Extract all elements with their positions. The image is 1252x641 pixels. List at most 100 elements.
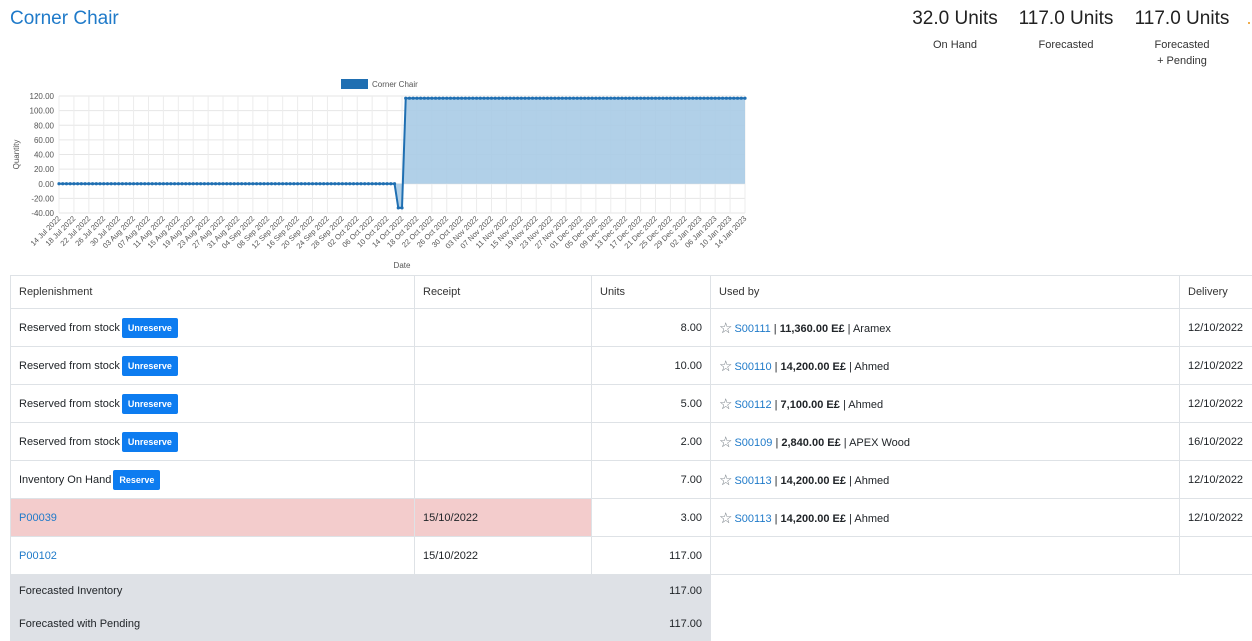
data-point [591, 97, 594, 100]
data-point [654, 97, 657, 100]
data-point [262, 182, 265, 185]
unreserve-button[interactable]: Unreserve [122, 318, 178, 338]
cell-replenishment: P00039 [11, 499, 415, 537]
data-point [143, 182, 146, 185]
replenishment-link[interactable]: P00039 [19, 512, 57, 524]
data-point [725, 97, 728, 100]
data-point [479, 97, 482, 100]
data-point [255, 182, 258, 185]
table-row: Reserved from stockUnreserve2.00☆S00109 … [11, 423, 1252, 461]
star-icon[interactable]: ☆ [719, 320, 732, 337]
data-point [441, 97, 444, 100]
data-point [244, 182, 247, 185]
data-point [471, 97, 474, 100]
y-tick-label: -40.00 [31, 209, 54, 218]
forecast-chart: 120.00100.0080.0060.0040.0020.000.00-20.… [0, 72, 760, 274]
unreserve-button[interactable]: Unreserve [122, 432, 178, 452]
data-point [65, 182, 68, 185]
data-point [344, 182, 347, 185]
star-icon[interactable]: ☆ [719, 396, 732, 413]
kpi-bar: 32.0 Units On Hand 117.0 Units Forecaste… [0, 8, 1252, 78]
data-point [572, 97, 575, 100]
unreserve-button[interactable]: Unreserve [122, 356, 178, 376]
col-header-used-by: Used by [711, 276, 1180, 309]
data-point [445, 97, 448, 100]
star-icon[interactable]: ☆ [719, 434, 732, 451]
separator: | [841, 437, 849, 449]
data-point [728, 97, 731, 100]
data-point [680, 97, 683, 100]
cell-used-by: ☆S00109 | 2,840.00 E£ | APEX Wood [711, 423, 1180, 461]
order-amount: 14,200.00 E£ [781, 475, 846, 487]
data-point [285, 182, 288, 185]
data-point [318, 182, 321, 185]
data-point [542, 97, 545, 100]
cell-receipt [415, 423, 592, 461]
cell-units: 10.00 [592, 347, 711, 385]
sale-order-link[interactable]: S00113 [734, 475, 771, 487]
data-point [188, 182, 191, 185]
reserve-button[interactable]: Reserve [113, 470, 160, 490]
kpi-forecasted-pending[interactable]: 117.0 Units Forecasted + Pending [1128, 8, 1236, 69]
data-point [721, 97, 724, 100]
data-point [385, 182, 388, 185]
order-amount: 14,200.00 E£ [781, 361, 846, 373]
data-point [512, 97, 515, 100]
data-point [110, 182, 113, 185]
sale-order-link[interactable]: S00109 [734, 437, 772, 449]
kpi-forecasted-pending-label-line2: + Pending [1157, 55, 1207, 67]
data-point [400, 206, 403, 209]
data-point [691, 97, 694, 100]
sale-order-link[interactable]: S00110 [734, 361, 771, 373]
kpi-on-hand[interactable]: 32.0 Units On Hand [905, 8, 1005, 53]
data-point [151, 182, 154, 185]
data-point [72, 182, 75, 185]
star-icon[interactable]: ☆ [719, 510, 732, 527]
cell-used-by: ☆S00111 | 11,360.00 E£ | Aramex [711, 309, 1180, 347]
data-point [632, 97, 635, 100]
cell-units: 7.00 [592, 461, 711, 499]
star-icon[interactable]: ☆ [719, 358, 732, 375]
summary-value: 117.00 [592, 608, 711, 641]
data-point [676, 97, 679, 100]
data-point [456, 97, 459, 100]
data-point [61, 182, 64, 185]
cell-units: 3.00 [592, 499, 711, 537]
cell-replenishment: Reserved from stockUnreserve [11, 309, 415, 347]
data-point [523, 97, 526, 100]
replenishment-label: Reserved from stock [19, 397, 120, 409]
data-point [296, 182, 299, 185]
y-tick-label: 20.00 [34, 165, 55, 174]
sale-order-link[interactable]: S00111 [734, 323, 770, 335]
data-point [80, 182, 83, 185]
sale-order-link[interactable]: S00113 [734, 513, 771, 525]
data-point [490, 97, 493, 100]
cell-replenishment: Reserved from stockUnreserve [11, 347, 415, 385]
table-row: P0003915/10/20223.00☆S00113 | 14,200.00 … [11, 499, 1252, 537]
data-point [531, 97, 534, 100]
unreserve-button[interactable]: Unreserve [122, 394, 178, 414]
data-point [699, 97, 702, 100]
summary-blank [711, 575, 1252, 608]
replenishment-label: Inventory On Hand [19, 473, 111, 485]
kpi-forecasted[interactable]: 117.0 Units Forecasted [1012, 8, 1120, 53]
y-tick-label: 80.00 [34, 121, 55, 130]
data-point [333, 182, 336, 185]
data-point [564, 97, 567, 100]
y-tick-label: 40.00 [34, 151, 55, 160]
star-icon[interactable]: ☆ [719, 472, 732, 489]
data-point [289, 182, 292, 185]
partner-name: APEX Wood [849, 437, 910, 449]
summary-blank [711, 608, 1252, 641]
kpi-on-hand-label: On Hand [905, 37, 1005, 53]
table-row: Reserved from stockUnreserve5.00☆S00112 … [11, 385, 1252, 423]
data-point [106, 182, 109, 185]
replenishment-link[interactable]: P00102 [19, 550, 57, 562]
data-point [98, 182, 101, 185]
cell-receipt [415, 461, 592, 499]
data-point [389, 182, 392, 185]
legend-label: Corner Chair [372, 80, 418, 89]
sale-order-link[interactable]: S00112 [734, 399, 771, 411]
data-point [180, 182, 183, 185]
data-point [684, 97, 687, 100]
